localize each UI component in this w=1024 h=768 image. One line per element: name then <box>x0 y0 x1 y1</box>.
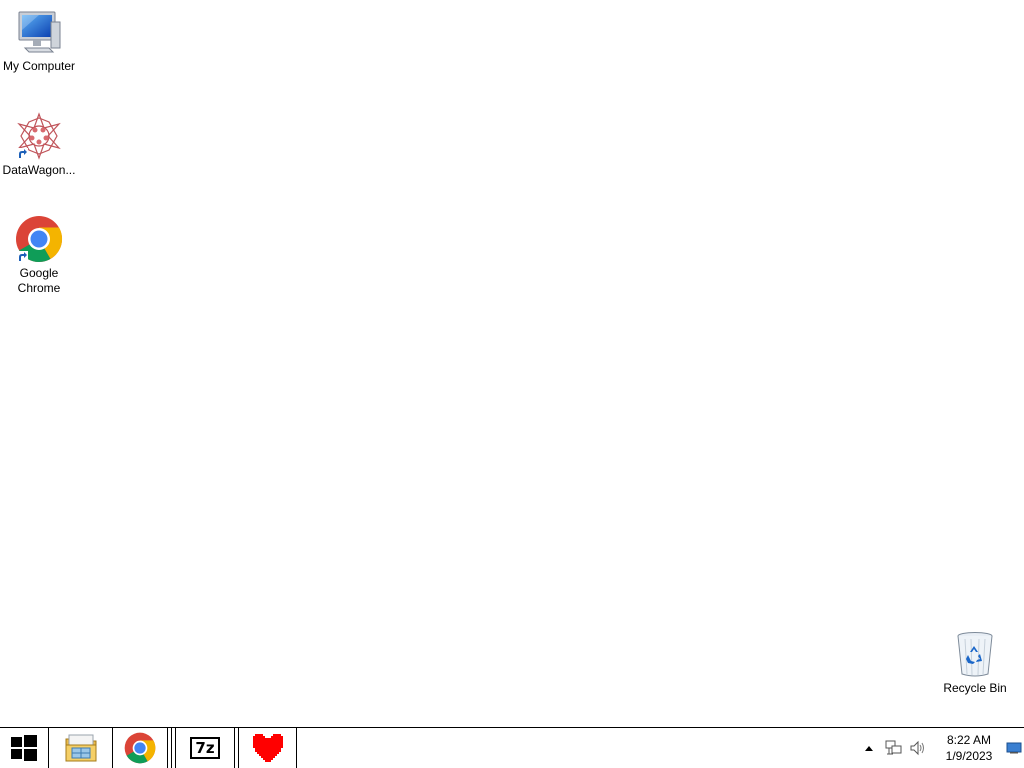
desktop-icon-label: My Computer <box>2 59 76 73</box>
clock[interactable]: 8:22 AM 1/9/2023 <box>940 732 998 764</box>
chrome-icon <box>15 215 63 263</box>
desktop-icon-google-chrome[interactable]: Google Chrome <box>0 215 78 296</box>
taskbar: 7z 8:22 AM 1/9/2023 <box>0 727 1024 768</box>
taskbar-separator <box>296 728 297 768</box>
network-icon <box>885 740 902 755</box>
volume-tray-button[interactable] <box>908 728 928 768</box>
datawagon-icon <box>15 112 63 160</box>
desktop-icon-label: DataWagon... <box>2 163 76 177</box>
show-hidden-icons-button[interactable] <box>862 728 876 768</box>
clock-date: 1/9/2023 <box>945 749 993 763</box>
windows-logo-icon <box>11 735 37 761</box>
7zip-icon-text: 7z <box>195 738 215 757</box>
shortcut-arrow-icon <box>16 148 28 160</box>
desktop-icon-datawagon[interactable]: DataWagon... <box>0 112 78 178</box>
chevron-up-icon <box>865 746 873 751</box>
heart-icon <box>252 734 283 762</box>
clock-time: 8:22 AM <box>946 733 992 747</box>
desktop-icon-recycle-bin[interactable]: Recycle Bin <box>936 630 1014 696</box>
desktop-icon-my-computer[interactable]: My Computer <box>0 8 78 74</box>
taskbar-7zip-button[interactable]: 7z <box>176 728 234 768</box>
recycle-bin-icon <box>951 630 999 678</box>
taskbar-file-explorer-button[interactable] <box>49 728 112 768</box>
file-explorer-icon <box>65 734 96 762</box>
7zip-icon: 7z <box>190 737 220 759</box>
taskbar-separator <box>234 728 235 768</box>
start-button[interactable] <box>0 728 48 768</box>
volume-icon <box>910 740 924 756</box>
desktop-icon-label: Recycle Bin <box>943 681 1007 695</box>
my-computer-icon <box>15 8 63 56</box>
taskbar-chrome-button[interactable] <box>113 728 167 768</box>
taskbar-heart-app-button[interactable] <box>239 728 296 768</box>
shortcut-arrow-icon <box>16 251 28 263</box>
desktop[interactable]: My Computer DataWagon... Google Chrome R… <box>0 0 1024 727</box>
desktop-icon-label: Google Chrome <box>17 266 61 295</box>
taskbar-separator <box>171 728 172 768</box>
chrome-icon <box>124 732 156 764</box>
network-tray-button[interactable] <box>884 728 904 768</box>
taskbar-separator <box>167 728 168 768</box>
show-desktop-button[interactable] <box>1004 728 1024 768</box>
show-desktop-icon <box>1006 742 1022 754</box>
